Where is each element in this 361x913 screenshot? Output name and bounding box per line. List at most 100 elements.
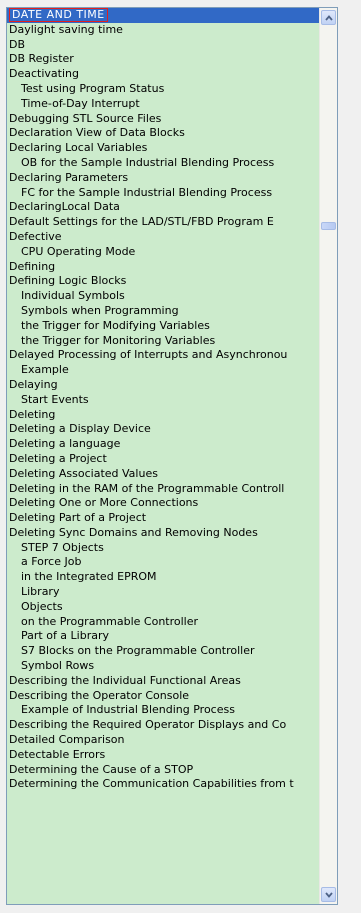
index-entry[interactable]: Debugging STL Source Files: [7, 112, 319, 127]
index-entry[interactable]: Defective: [7, 230, 319, 245]
index-entry-label: Detailed Comparison: [9, 733, 125, 747]
index-entry-label: Delaying: [9, 377, 58, 391]
index-entry[interactable]: Start Events: [7, 393, 319, 408]
index-entry[interactable]: Determining the Cause of a STOP: [7, 763, 319, 778]
index-entry-label: Determining the Cause of a STOP: [9, 762, 194, 776]
index-entry[interactable]: on the Programmable Controller: [7, 615, 319, 630]
index-entry[interactable]: Defining: [7, 260, 319, 275]
index-entry[interactable]: Objects: [7, 600, 319, 615]
index-entry-label: Determining the Communication Capabiliti…: [9, 777, 294, 791]
index-entry[interactable]: Test using Program Status: [7, 82, 319, 97]
index-entry[interactable]: Deactivating: [7, 67, 319, 82]
index-entry-label: Defining Logic Blocks: [9, 274, 127, 288]
index-entry-label: Deactivating: [9, 67, 79, 81]
index-entry-label: Deleting a Project: [9, 451, 107, 465]
index-entry[interactable]: Deleting a language: [7, 437, 319, 452]
index-entry[interactable]: Describing the Required Operator Display…: [7, 718, 319, 733]
index-entry-label: Describing the Individual Functional Are…: [9, 673, 241, 687]
index-entry[interactable]: Determining the Communication Capabiliti…: [7, 777, 319, 792]
index-entry[interactable]: Deleting: [7, 408, 319, 423]
index-entry[interactable]: OB for the Sample Industrial Blending Pr…: [7, 156, 319, 171]
index-entry[interactable]: the Trigger for Modifying Variables: [7, 319, 319, 334]
index-entry-label: Test using Program Status: [21, 81, 165, 95]
index-entry[interactable]: Deleting Sync Domains and Removing Nodes: [7, 526, 319, 541]
index-listbox[interactable]: DATE AND TIME Daylight saving time DB DB Re…: [6, 7, 338, 905]
index-entry[interactable]: DB: [7, 38, 319, 53]
index-entry-label: Deleting a language: [9, 437, 121, 451]
index-entry[interactable]: Detectable Errors: [7, 748, 319, 763]
index-entry-label: CPU Operating Mode: [21, 244, 136, 258]
index-entry[interactable]: the Trigger for Monitoring Variables: [7, 334, 319, 349]
index-entry-label: Example: [21, 363, 69, 377]
index-entry[interactable]: Daylight saving time: [7, 23, 319, 38]
index-entry-label: Defining: [9, 259, 56, 273]
index-entry-label: Symbol Rows: [21, 659, 95, 673]
index-entry[interactable]: Deleting a Project: [7, 452, 319, 467]
index-entry-label: Declaring Local Variables: [9, 141, 148, 155]
index-entry[interactable]: Example: [7, 363, 319, 378]
index-entry-label: Symbols when Programming: [21, 303, 179, 317]
index-entry-label: Deleting in the RAM of the Programmable …: [9, 481, 285, 495]
index-entry[interactable]: Deleting a Display Device: [7, 422, 319, 437]
index-entry[interactable]: Symbol Rows: [7, 659, 319, 674]
index-entry[interactable]: Deleting Associated Values: [7, 467, 319, 482]
index-entry-label: Describing the Required Operator Display…: [9, 718, 287, 732]
index-entry[interactable]: Part of a Library: [7, 629, 319, 644]
index-entry[interactable]: Declaring Local Variables: [7, 141, 319, 156]
index-entry[interactable]: Library: [7, 585, 319, 600]
index-entry-label: Debugging STL Source Files: [9, 111, 162, 125]
index-entry-label: Delayed Processing of Interrupts and Asy…: [9, 348, 288, 362]
chevron-up-icon: [325, 15, 333, 21]
index-entry[interactable]: DeclaringLocal Data: [7, 200, 319, 215]
scroll-thumb[interactable]: [321, 222, 336, 230]
index-entry-label: Objects: [21, 599, 63, 613]
index-entry[interactable]: Example of Industrial Blending Process: [7, 703, 319, 718]
vertical-scrollbar[interactable]: [319, 8, 337, 904]
index-entry-label: in the Integrated EPROM: [21, 570, 157, 584]
chevron-down-icon: [325, 892, 333, 898]
index-entry-label: STEP 7 Objects: [21, 540, 104, 554]
index-entry[interactable]: Describing the Operator Console: [7, 689, 319, 704]
index-entry[interactable]: FC for the Sample Industrial Blending Pr…: [7, 186, 319, 201]
index-entry-label: Deleting Part of a Project: [9, 511, 147, 525]
index-list: DATE AND TIME Daylight saving time DB DB Re…: [7, 8, 319, 904]
index-entry-label: Example of Industrial Blending Process: [21, 703, 235, 717]
index-entry[interactable]: Detailed Comparison: [7, 733, 319, 748]
index-entry[interactable]: Time-of-Day Interrupt: [7, 97, 319, 112]
index-entry[interactable]: Deleting in the RAM of the Programmable …: [7, 482, 319, 497]
index-entry[interactable]: Delaying: [7, 378, 319, 393]
index-entry-label: the Trigger for Modifying Variables: [21, 318, 210, 332]
index-entry[interactable]: Defining Logic Blocks: [7, 274, 319, 289]
scroll-down-button[interactable]: [321, 887, 336, 902]
index-entry[interactable]: Declaration View of Data Blocks: [7, 126, 319, 141]
index-entry[interactable]: STEP 7 Objects: [7, 541, 319, 556]
index-entry-label: Declaration View of Data Blocks: [9, 126, 185, 140]
index-entry-label: Start Events: [21, 392, 89, 406]
index-entry[interactable]: CPU Operating Mode: [7, 245, 319, 260]
index-entry[interactable]: in the Integrated EPROM: [7, 570, 319, 585]
index-entry[interactable]: Individual Symbols: [7, 289, 319, 304]
index-entry-label: Time-of-Day Interrupt: [21, 96, 140, 110]
index-entry-label: a Force Job: [21, 555, 82, 569]
index-entry[interactable]: S7 Blocks on the Programmable Controller: [7, 644, 319, 659]
index-entry[interactable]: Declaring Parameters: [7, 171, 319, 186]
index-entry[interactable]: DB Register: [7, 52, 319, 67]
index-entry[interactable]: Default Settings for the LAD/STL/FBD Pro…: [7, 215, 319, 230]
index-entry-label: DATE AND TIME: [9, 8, 108, 22]
index-entry-label: Individual Symbols: [21, 289, 125, 303]
scroll-up-button[interactable]: [321, 10, 336, 25]
index-entry-label: Deleting a Display Device: [9, 422, 151, 436]
index-entry[interactable]: DATE AND TIME: [7, 8, 319, 23]
index-entry[interactable]: Symbols when Programming: [7, 304, 319, 319]
index-entry[interactable]: Deleting Part of a Project: [7, 511, 319, 526]
index-entry-label: Deleting One or More Connections: [9, 496, 199, 510]
index-entry-label: Deleting Sync Domains and Removing Nodes: [9, 525, 258, 539]
index-entry-label: DB Register: [9, 52, 74, 66]
index-entry[interactable]: Deleting One or More Connections: [7, 496, 319, 511]
index-entry[interactable]: a Force Job: [7, 555, 319, 570]
index-entry[interactable]: Describing the Individual Functional Are…: [7, 674, 319, 689]
index-entry-label: Detectable Errors: [9, 747, 106, 761]
index-entry-label: Library: [21, 585, 60, 599]
index-entry[interactable]: Delayed Processing of Interrupts and Asy…: [7, 348, 319, 363]
help-index-panel: DATE AND TIME Daylight saving time DB DB Re…: [0, 0, 361, 913]
